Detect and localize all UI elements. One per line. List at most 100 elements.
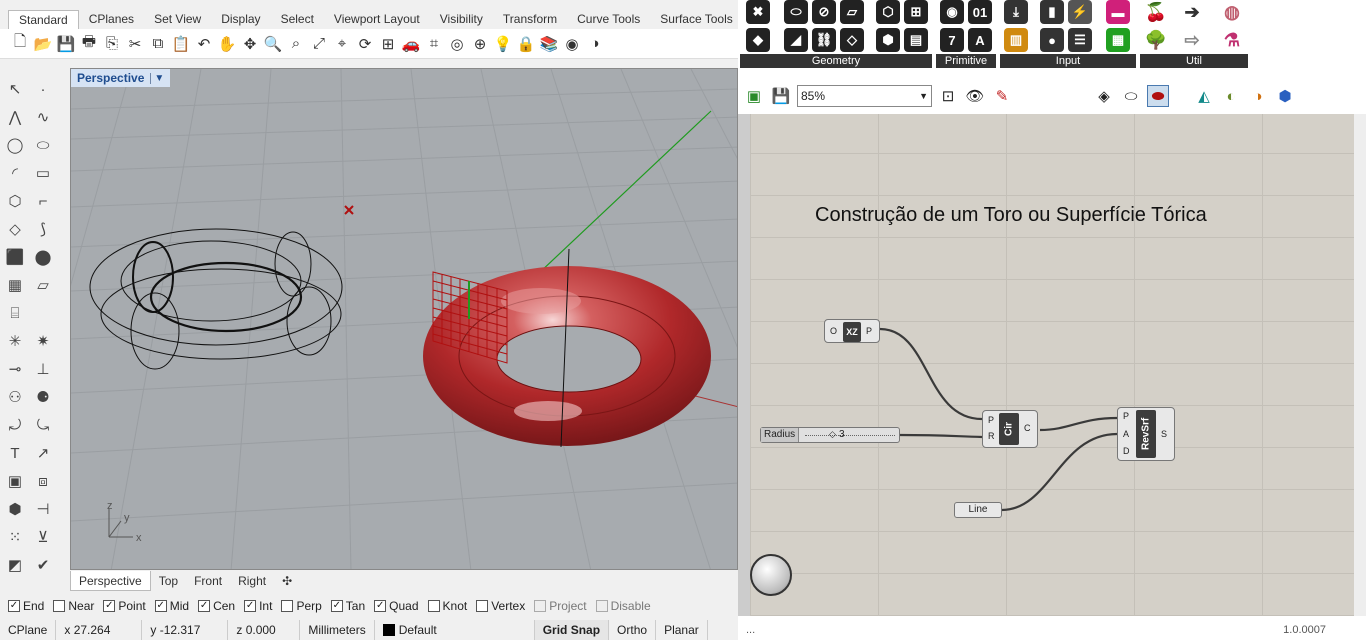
measure-icon[interactable]: ⊣: [32, 498, 54, 520]
rotate-icon[interactable]: ⤾: [4, 414, 26, 436]
tab-transform[interactable]: Transform: [493, 10, 567, 29]
circle-component[interactable]: P R Cir C: [982, 410, 1038, 448]
cylinder-icon[interactable]: ⌸: [4, 302, 26, 324]
viewport-title[interactable]: Perspective ▼: [71, 69, 171, 87]
geometry-icon[interactable]: ⬭: [784, 0, 808, 24]
zoom-window-icon[interactable]: ⌕: [286, 34, 306, 54]
select-arrow-icon[interactable]: ↖: [4, 78, 26, 100]
checkbox-checked[interactable]: ✓: [103, 600, 116, 612]
rectangle-icon[interactable]: ▭: [32, 162, 54, 184]
chevron-down-icon[interactable]: ▼: [150, 72, 164, 84]
input-icon[interactable]: ⤓: [1004, 0, 1028, 24]
check-icon[interactable]: ✔: [32, 554, 54, 576]
polyline-icon[interactable]: ⋀: [4, 106, 26, 128]
chevron-down-icon[interactable]: ▼: [919, 91, 931, 101]
primitive-icon[interactable]: 01: [968, 0, 992, 24]
gh-canvas[interactable]: Construção de um Toro ou Superfície Tóri…: [750, 114, 1354, 616]
geometry-icon[interactable]: ◆: [746, 28, 770, 52]
perspective-viewport[interactable]: Perspective ▼ z y x: [70, 68, 738, 570]
preview-wire-icon[interactable]: ◈: [1093, 85, 1115, 107]
cherry-icon[interactable]: 🍒: [1144, 0, 1168, 24]
tab-surface-tools[interactable]: Surface Tools: [650, 10, 743, 29]
surface-icon[interactable]: ◇: [4, 218, 26, 240]
hex-icon[interactable]: ⬢: [1274, 85, 1296, 107]
print-icon[interactable]: 🖶: [79, 33, 99, 54]
dimension-icon[interactable]: ↗: [32, 442, 54, 464]
primitive-icon[interactable]: 7: [940, 28, 964, 52]
line-parameter[interactable]: Line: [954, 502, 1002, 518]
save-icon[interactable]: 💾: [56, 34, 76, 54]
osnap-point[interactable]: ✓ Point: [103, 599, 146, 613]
xz-plane-component[interactable]: O XZ P: [824, 319, 880, 343]
slider-track[interactable]: [805, 435, 895, 436]
geometry-icon[interactable]: ▱: [840, 0, 864, 24]
zoom-icon[interactable]: 🔍: [263, 34, 283, 54]
checkbox-unchecked[interactable]: [427, 600, 440, 612]
zoom-extents-icon[interactable]: ⤢: [309, 34, 329, 54]
mesh-icon[interactable]: ▦: [4, 274, 26, 296]
gumball-icon[interactable]: ⊕: [470, 34, 490, 54]
preview-eye-icon[interactable]: 👁: [964, 85, 986, 107]
osnap-disable[interactable]: Disable: [595, 599, 651, 613]
split-icon[interactable]: ⊥: [32, 358, 54, 380]
primitive-icon[interactable]: ◉: [940, 0, 964, 24]
pan-hand-icon[interactable]: ✋: [217, 34, 237, 54]
checkbox-checked[interactable]: ✓: [244, 600, 257, 612]
point-icon[interactable]: ·: [32, 78, 54, 100]
custom-preview-icon[interactable]: ◑: [1247, 85, 1269, 107]
fillet-curve-icon[interactable]: ⌐: [32, 190, 54, 212]
osnap-end[interactable]: ✓ End: [8, 599, 44, 613]
status-cplane[interactable]: CPlane: [0, 620, 57, 640]
viewport-tab-top[interactable]: Top: [151, 571, 186, 591]
render-sphere-icon[interactable]: ◑: [585, 34, 605, 54]
add-viewport-icon[interactable]: ✣: [274, 571, 300, 591]
rotate-view-icon[interactable]: ⟳: [355, 34, 375, 54]
box-icon[interactable]: ⬛: [4, 246, 26, 268]
lock-icon[interactable]: 🔒: [516, 34, 536, 54]
ellipse-icon[interactable]: ⬭: [32, 134, 54, 156]
tab-cplanes[interactable]: CPlanes: [79, 10, 144, 29]
util-icon[interactable]: ◍: [1220, 0, 1244, 24]
gh-left-scrollbar[interactable]: [738, 114, 750, 616]
cut-icon[interactable]: ✂: [125, 34, 145, 54]
osnap-perp[interactable]: Perp: [281, 599, 322, 613]
geometry-icon[interactable]: ⬢: [876, 28, 900, 52]
geometry-icon[interactable]: ✖: [746, 0, 770, 24]
checkbox-disabled[interactable]: [534, 600, 547, 612]
ortho-toggle[interactable]: Ortho: [609, 620, 657, 640]
tab-display[interactable]: Display: [211, 10, 270, 29]
viewport-tab-right[interactable]: Right: [230, 571, 274, 591]
ungroup-icon[interactable]: ⚈: [32, 386, 54, 408]
solid-tools-icon[interactable]: ⬢: [4, 498, 26, 520]
loft-icon[interactable]: ⟆: [32, 218, 54, 240]
osnap-project[interactable]: Project: [534, 599, 587, 613]
input-icon[interactable]: ▦: [1106, 28, 1130, 52]
boolean-icon[interactable]: ✳: [4, 330, 26, 352]
input-icon[interactable]: ▬: [1106, 0, 1130, 24]
revsrf-component[interactable]: P A D RevSrf S: [1117, 407, 1175, 461]
four-viewports-icon[interactable]: ⊞: [378, 34, 398, 54]
canvas-navigation-widget[interactable]: [750, 554, 792, 596]
osnap-quad[interactable]: ✓ Quad: [374, 599, 419, 613]
checkbox-unchecked[interactable]: [281, 600, 294, 612]
circle-icon[interactable]: ◯: [4, 134, 26, 156]
viewport-tab-perspective[interactable]: Perspective: [70, 571, 151, 591]
tab-curve-tools[interactable]: Curve Tools: [567, 10, 650, 29]
gh-right-scrollbar[interactable]: [1354, 114, 1366, 616]
flask-icon[interactable]: ⚗: [1220, 28, 1244, 52]
transform-icon[interactable]: ⧈: [32, 470, 54, 492]
osnap-vertex[interactable]: Vertex: [476, 599, 525, 613]
car-render-icon[interactable]: 🚗: [401, 34, 421, 54]
checkbox-checked[interactable]: ✓: [8, 600, 20, 612]
document-preview-icon[interactable]: ◐: [1220, 85, 1242, 107]
primitive-icon[interactable]: A: [968, 28, 992, 52]
geometry-icon[interactable]: ⊘: [812, 0, 836, 24]
cplane-icon[interactable]: ⌗: [424, 34, 444, 54]
shade-icon[interactable]: ◩: [4, 554, 26, 576]
circle-select-icon[interactable]: ◎: [447, 34, 467, 54]
osnap-tan[interactable]: ✓ Tan: [330, 599, 365, 613]
checkbox-unchecked[interactable]: [476, 600, 489, 612]
new-file-icon[interactable]: 🗋: [10, 33, 30, 54]
arc-icon[interactable]: ◜: [4, 162, 26, 184]
open-folder-icon[interactable]: 📂: [33, 34, 53, 54]
